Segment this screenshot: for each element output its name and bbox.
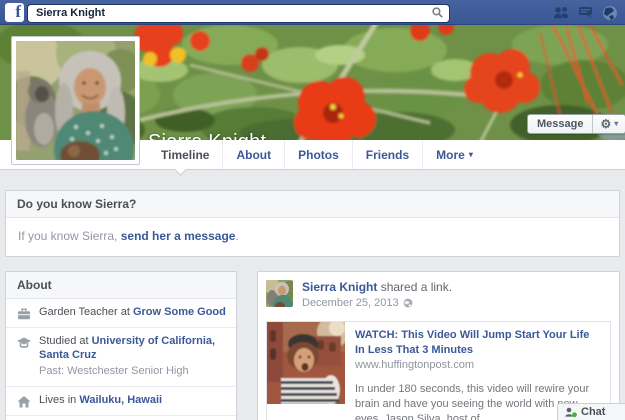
chat-person-icon [565, 407, 577, 417]
privacy-globe-icon [403, 298, 413, 307]
search-bar [27, 3, 450, 23]
post-author-link[interactable]: Sierra Knight [302, 280, 377, 294]
chat-bar[interactable]: Chat [557, 403, 625, 420]
tab-about[interactable]: About [222, 140, 284, 169]
timeline-post: Sierra Knight shared a link. December 25… [257, 271, 620, 420]
message-button[interactable]: Message [528, 115, 593, 133]
post-header: Sierra Knight shared a link. December 25… [266, 280, 611, 310]
about-box: About Garden Teacher at Grow Some Good S… [5, 271, 237, 420]
do-you-know-box: Do you know Sierra? If you know Sierra, … [5, 190, 620, 257]
messages-icon[interactable] [577, 4, 594, 21]
education-past: Past: Westchester Senior High [39, 365, 189, 378]
navbar-icons [553, 0, 625, 25]
search-input[interactable] [27, 3, 450, 23]
profile-picture-image [16, 41, 135, 160]
home-icon [17, 396, 31, 408]
facebook-profile-page: f Sierra Knight Message ⚙ ▾ Timeline Abo… [0, 0, 625, 420]
post-action: shared a link. [377, 280, 453, 294]
avatar [266, 280, 293, 307]
link-preview-url: www.huffingtonpost.com [355, 358, 475, 371]
about-row-education: Studied at University of California, San… [6, 326, 236, 386]
workplace-link[interactable]: Grow Some Good [133, 306, 226, 318]
do-you-know-header: Do you know Sierra? [6, 191, 619, 218]
profile-name: Sierra Knight [148, 131, 266, 140]
current-city-link[interactable]: Wailuku, Hawaii [79, 394, 162, 406]
link-preview-thumbnail[interactable] [267, 322, 345, 404]
online-status-dot [572, 411, 577, 417]
post-timestamp[interactable]: December 25, 2013 [302, 297, 611, 309]
tab-photos[interactable]: Photos [284, 140, 352, 169]
facebook-logo[interactable]: f [5, 3, 24, 22]
tab-timeline[interactable]: Timeline [148, 140, 222, 169]
about-header: About [6, 272, 236, 299]
gear-icon: ⚙ [600, 117, 612, 131]
about-row-lives: Lives in Wailuku, Hawaii [6, 386, 236, 415]
post-title-line: Sierra Knight shared a link. [302, 280, 611, 296]
link-preview-title[interactable]: WATCH: This Video Will Jump Start Your L… [355, 328, 600, 358]
post-author-avatar[interactable] [266, 280, 293, 307]
send-message-link[interactable]: send her a message [121, 229, 236, 243]
graduation-cap-icon [17, 337, 31, 348]
thumbnail-image [267, 322, 345, 404]
about-row-from: From Los Angeles, California [6, 414, 236, 420]
briefcase-icon [18, 308, 30, 320]
notifications-globe-icon[interactable] [601, 4, 618, 21]
search-icon[interactable] [432, 7, 443, 18]
do-you-know-body: If you know Sierra, send her a message. [18, 229, 239, 243]
friend-requests-icon[interactable] [553, 4, 570, 21]
about-row-work: Garden Teacher at Grow Some Good [6, 299, 236, 327]
top-navbar: f [0, 0, 625, 25]
chat-label: Chat [581, 406, 606, 418]
facebook-logo-letter: f [15, 3, 21, 21]
tab-friends[interactable]: Friends [351, 140, 422, 169]
chevron-down-icon: ▾ [614, 119, 619, 128]
chevron-down-icon: ▾ [468, 150, 473, 159]
profile-picture[interactable] [11, 36, 140, 165]
settings-gear-button[interactable]: ⚙ ▾ [592, 115, 625, 133]
cover-action-buttons: Message ⚙ ▾ [527, 114, 625, 134]
tab-more[interactable]: More ▾ [422, 140, 486, 169]
